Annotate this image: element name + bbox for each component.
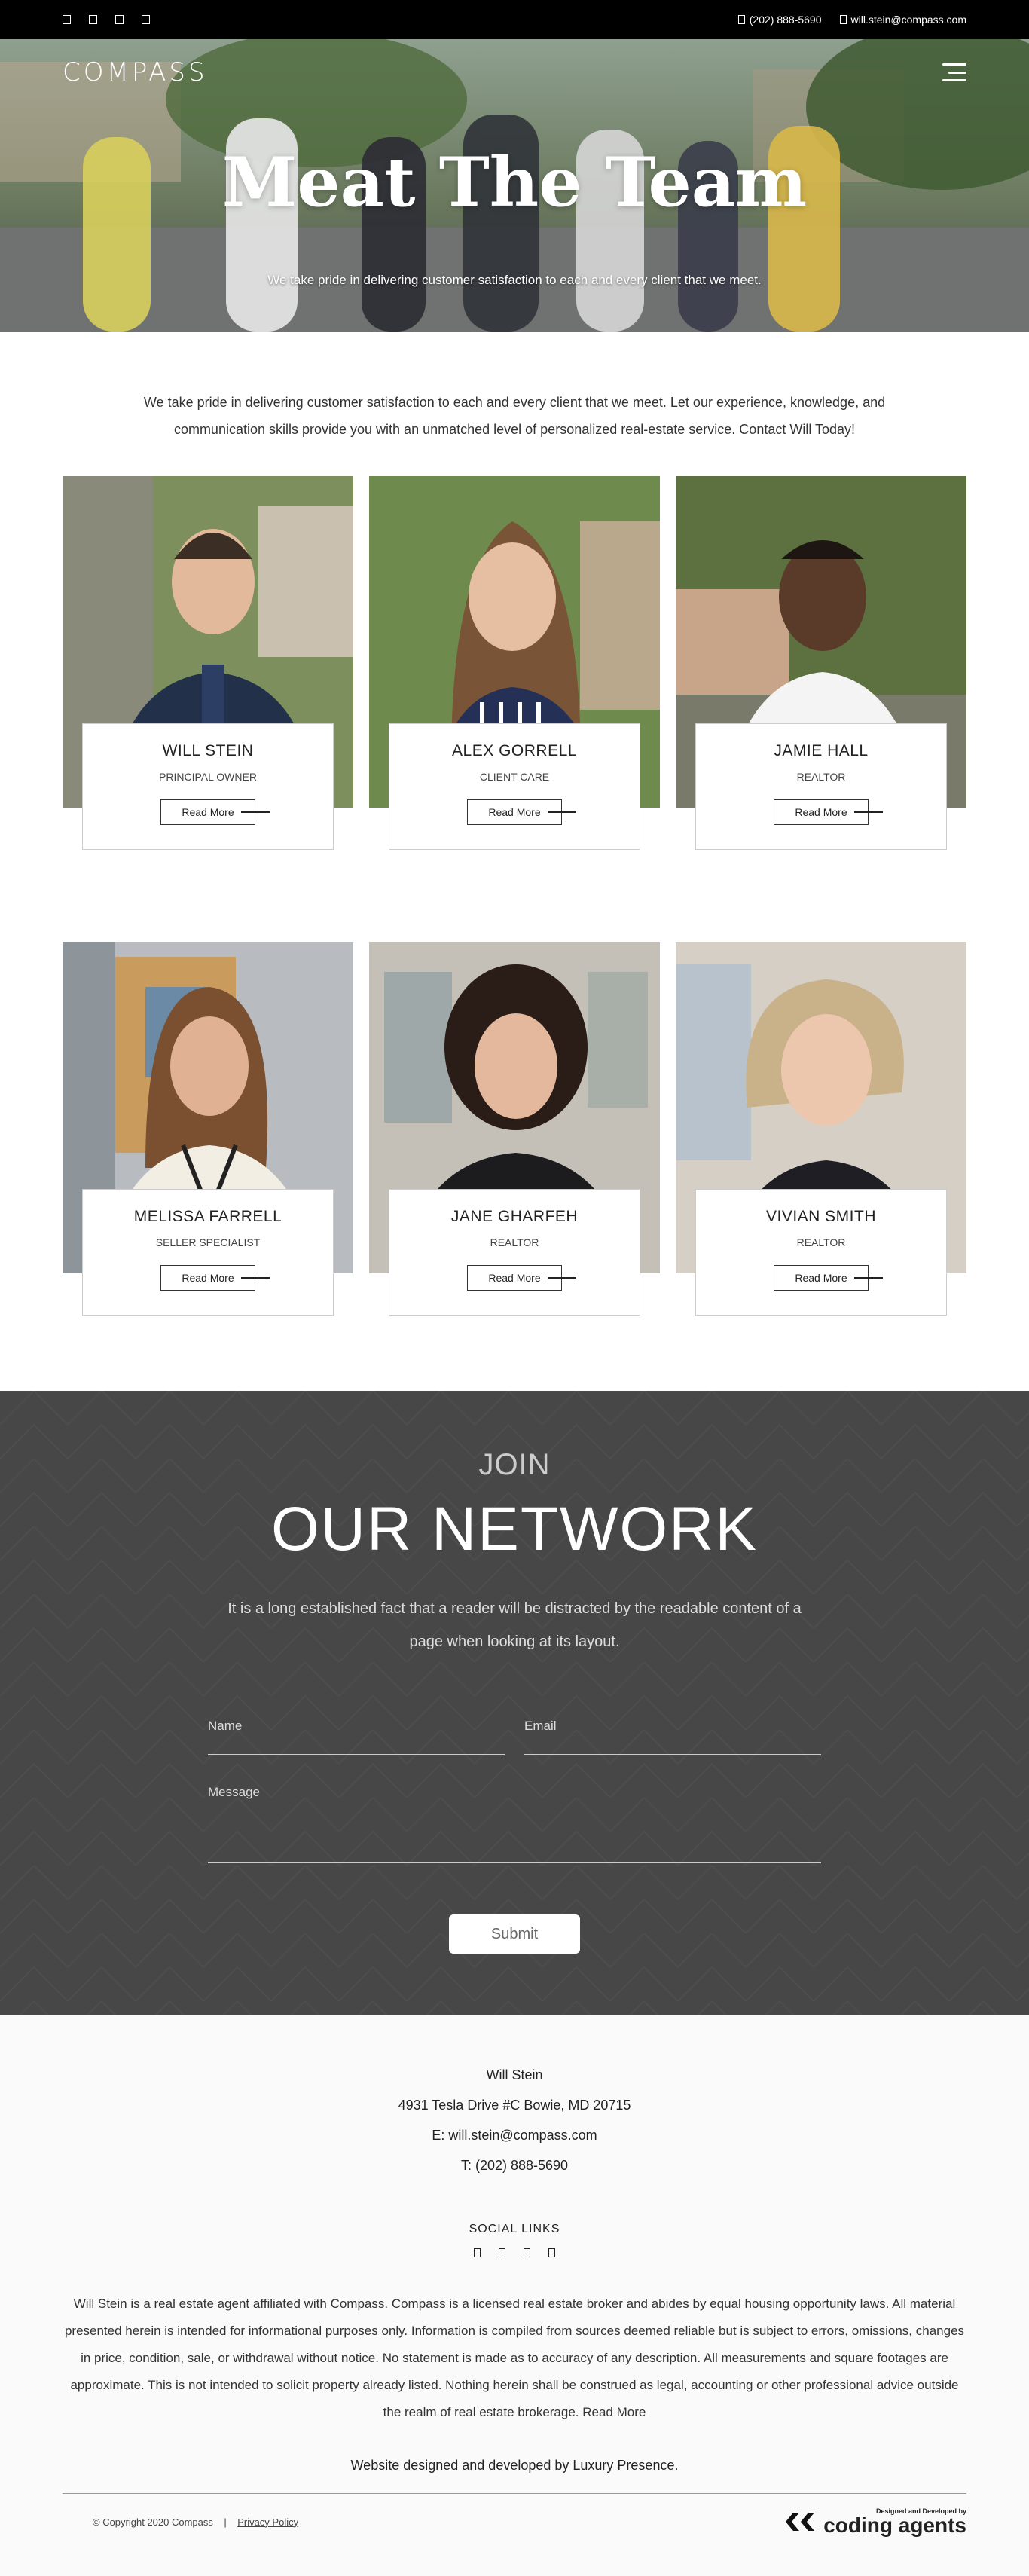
message-field[interactable]: Message [208, 1777, 821, 1863]
footer-address: 4931 Tesla Drive #C Bowie, MD 20715 [398, 2098, 631, 2113]
member-info-card: JANE GHARFEH REALTOR Read More [389, 1189, 640, 1316]
team-grid: WILL STEIN PRINCIPAL OWNER Read More ALE… [0, 443, 1029, 1407]
top-social-links [63, 15, 150, 24]
member-name: JANE GHARFEH [450, 1208, 579, 1225]
top-email-text: will.stein@compass.com [850, 14, 966, 26]
read-more-button[interactable]: Read More [467, 799, 576, 825]
disclaimer: Will Stein is a real estate agent affili… [64, 2296, 965, 2419]
instagram-icon[interactable] [524, 2248, 530, 2257]
top-phone-text: (202) 888-5690 [749, 14, 822, 26]
footer-name: Will Stein [486, 2067, 543, 2082]
member-name: WILL STEIN [162, 742, 254, 759]
top-email-link[interactable]: will.stein@compass.com [839, 14, 966, 26]
join-kicker: JOIN [478, 1448, 551, 1481]
hero: COMPASS Meat The Team We take pride in d… [0, 39, 1029, 332]
read-more-button[interactable]: Read More [774, 799, 883, 825]
read-more-button[interactable]: Read More [160, 799, 270, 825]
brand-name: coding agents [823, 2513, 966, 2537]
linkedin-icon[interactable] [548, 2248, 555, 2257]
mail-icon [839, 15, 847, 24]
page-title: Meat The Team [221, 142, 808, 222]
team-row: MELISSA FARRELL SELLER SPECIALIST Read M… [63, 942, 966, 1407]
member-name: ALEX GORRELL [452, 742, 577, 759]
member-name: VIVIAN SMITH [765, 1208, 877, 1225]
developer-brand[interactable]: Designed and Developed by coding agents [783, 2507, 966, 2536]
member-name: MELISSA FARRELL [133, 1208, 282, 1225]
facebook-icon[interactable] [474, 2248, 481, 2257]
top-phone-link[interactable]: (202) 888-5690 [737, 14, 822, 26]
compass-logo[interactable]: COMPASS [63, 57, 208, 87]
footer-email[interactable]: E: will.stein@compass.com [0, 2120, 1029, 2150]
team-member-card: MELISSA FARRELL SELLER SPECIALIST Read M… [63, 942, 353, 1316]
join-network-section: JOIN OUR NETWORK It is a long establishe… [0, 1391, 1029, 2015]
join-title: OUR NETWORK [270, 1495, 759, 1563]
footer-social-links [0, 2248, 1029, 2257]
footer: Will Stein 4931 Tesla Drive #C Bowie, MD… [0, 2015, 1029, 2576]
phone-icon [737, 15, 745, 24]
member-info-card: JAMIE HALL REALTOR Read More [695, 723, 947, 850]
footer-phone[interactable]: T: (202) 888-5690 [0, 2150, 1029, 2180]
instagram-icon[interactable] [115, 15, 124, 24]
member-info-card: MELISSA FARRELL SELLER SPECIALIST Read M… [82, 1189, 334, 1316]
privacy-link[interactable]: Privacy Policy [237, 2516, 298, 2528]
read-more-button[interactable]: Read More [467, 1265, 576, 1291]
member-role: SELLER SPECIALIST [155, 1236, 261, 1248]
copyright: © Copyright 2020 Compass | Privacy Polic… [93, 2516, 298, 2528]
team-member-card: ALEX GORRELL CLIENT CARE Read More [369, 476, 660, 850]
copyright-text: © Copyright 2020 Compass [93, 2516, 213, 2528]
site-credit: Website designed and developed by Luxury… [350, 2458, 679, 2473]
member-role: CLIENT CARE [479, 771, 550, 783]
intro-text: We take pride in delivering customer sat… [143, 395, 886, 437]
member-role: PRINCIPAL OWNER [159, 771, 257, 783]
read-more-button[interactable]: Read More [774, 1265, 883, 1291]
footer-bottom: © Copyright 2020 Compass | Privacy Polic… [0, 2494, 1029, 2536]
team-row: WILL STEIN PRINCIPAL OWNER Read More ALE… [63, 476, 966, 942]
join-description: It is a long established fact that a rea… [227, 1600, 802, 1650]
social-links-title: SOCIAL LINKS [469, 2223, 560, 2235]
menu-icon[interactable] [942, 63, 966, 81]
linkedin-icon[interactable] [142, 15, 150, 24]
brand-logo-icon [786, 2513, 815, 2531]
member-role: REALTOR [490, 1236, 539, 1248]
hero-subtitle: We take pride in delivering customer sat… [267, 273, 762, 287]
team-member-card: VIVIAN SMITH REALTOR Read More [676, 942, 966, 1316]
member-info-card: VIVIAN SMITH REALTOR Read More [695, 1189, 947, 1316]
team-member-card: WILL STEIN PRINCIPAL OWNER Read More [63, 476, 353, 850]
twitter-icon[interactable] [499, 2248, 505, 2257]
member-info-card: WILL STEIN PRINCIPAL OWNER Read More [82, 723, 334, 850]
team-member-card: JANE GHARFEH REALTOR Read More [369, 942, 660, 1316]
name-field[interactable]: Name [208, 1717, 505, 1755]
facebook-icon[interactable] [63, 15, 71, 24]
team-member-card: JAMIE HALL REALTOR Read More [676, 476, 966, 850]
top-bar: (202) 888-5690 will.stein@compass.com [0, 0, 1029, 39]
member-role: REALTOR [796, 771, 846, 783]
member-name: JAMIE HALL [774, 742, 869, 759]
read-more-button[interactable]: Read More [160, 1265, 270, 1291]
top-contact: (202) 888-5690 will.stein@compass.com [737, 14, 966, 26]
separator: | [224, 2516, 227, 2528]
contact-form: Name Email Message Submit [208, 1717, 821, 1954]
email-field[interactable]: Email [524, 1717, 821, 1755]
member-role: REALTOR [796, 1236, 846, 1248]
site-header: COMPASS [63, 57, 966, 87]
member-info-card: ALEX GORRELL CLIENT CARE Read More [389, 723, 640, 850]
twitter-icon[interactable] [89, 15, 97, 24]
submit-button[interactable]: Submit [449, 1914, 580, 1954]
